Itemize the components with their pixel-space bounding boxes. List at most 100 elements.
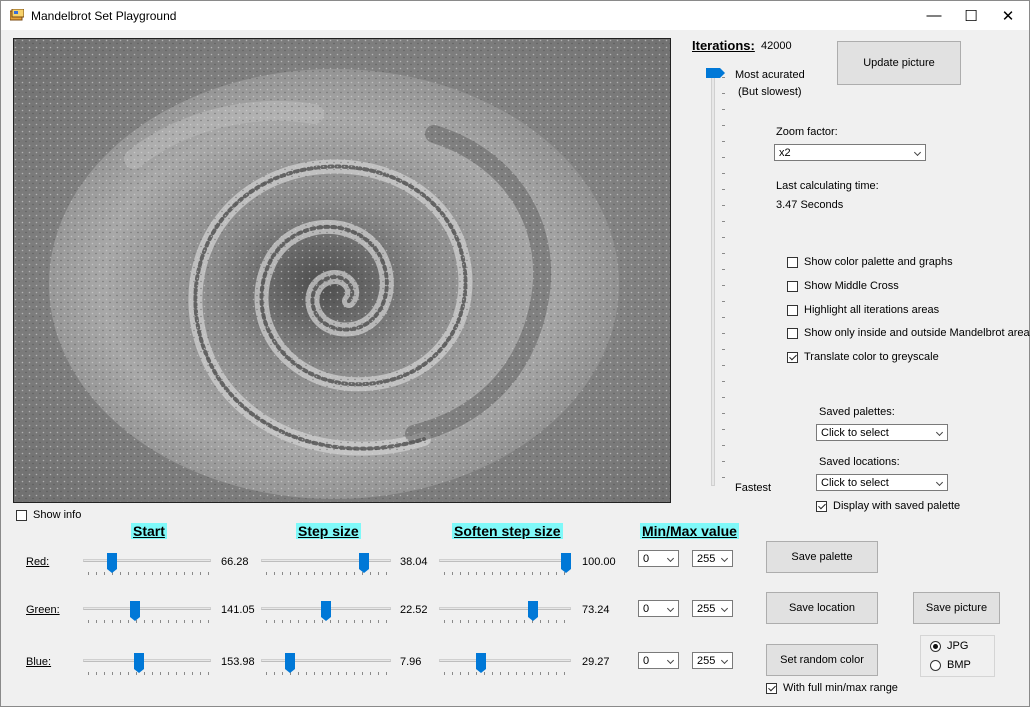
- update-picture-button[interactable]: Update picture: [837, 41, 961, 85]
- saved-palettes-value: Click to select: [821, 426, 889, 439]
- show-info-option[interactable]: Show info: [16, 509, 81, 521]
- option-label: Display with saved palette: [833, 500, 961, 512]
- option-inside-outside[interactable]: Show only inside and outside Mandelbrot …: [787, 327, 1030, 339]
- value-red-soften: 100.00: [582, 556, 616, 568]
- slider-track[interactable]: [261, 559, 391, 562]
- heading-start: Start: [131, 523, 167, 539]
- iterations-bottom-label: Fastest: [735, 482, 772, 494]
- fractal-image: [14, 39, 670, 502]
- saved-palettes-select[interactable]: Click to select: [816, 424, 948, 441]
- random-color-button[interactable]: Set random color: [766, 644, 878, 676]
- format-label: JPG: [947, 640, 969, 652]
- option-highlight-iterations[interactable]: Highlight all iterations areas: [787, 304, 939, 316]
- slider-track[interactable]: [439, 659, 571, 662]
- option-label: Show only inside and outside Mandelbrot …: [804, 327, 1030, 339]
- slider-track[interactable]: [439, 607, 571, 610]
- iterations-label: Iterations:: [692, 38, 755, 53]
- slider-thumb[interactable]: [475, 653, 486, 673]
- format-option-jpg[interactable]: JPG: [930, 640, 968, 652]
- format-option-bmp[interactable]: BMP: [930, 659, 971, 671]
- saved-locations-value: Click to select: [821, 476, 889, 489]
- option-label: Translate color to greyscale: [804, 351, 939, 363]
- checkbox-checked-icon[interactable]: [766, 682, 777, 694]
- slider-thumb[interactable]: [133, 653, 144, 673]
- slider-track[interactable]: [83, 607, 211, 610]
- chevron-down-icon: [720, 656, 729, 665]
- chevron-down-icon: [935, 428, 944, 437]
- calc-time-label: Last calculating time:: [776, 180, 879, 192]
- slider-track[interactable]: [439, 559, 571, 562]
- slider-thumb[interactable]: [561, 553, 571, 573]
- slider-thumb[interactable]: [528, 601, 539, 621]
- window-title: Mandelbrot Set Playground: [31, 9, 177, 23]
- save-picture-button[interactable]: Save picture: [913, 592, 1000, 624]
- slider-ticks: [444, 672, 570, 675]
- checkbox-icon[interactable]: [16, 509, 27, 521]
- option-greyscale[interactable]: Translate color to greyscale: [787, 351, 939, 363]
- radio-selected-icon[interactable]: [930, 640, 941, 652]
- option-middle-cross[interactable]: Show Middle Cross: [787, 280, 899, 292]
- checkbox-icon[interactable]: [787, 304, 798, 316]
- min-select-blue[interactable]: 0: [638, 652, 679, 669]
- value-blue-start: 153.98: [221, 656, 255, 668]
- slider-thumb[interactable]: [130, 601, 141, 621]
- heading-soften-step-size: Soften step size: [452, 523, 563, 539]
- row-label-blue: Blue:: [26, 656, 52, 668]
- iterations-value: 42000: [761, 40, 792, 52]
- slider-track[interactable]: [83, 659, 211, 662]
- iterations-top-label: Most acurated: [735, 69, 805, 81]
- display-saved-palette-option[interactable]: Display with saved palette: [816, 500, 960, 512]
- zoom-factor-select[interactable]: x2: [774, 144, 926, 161]
- option-label: Highlight all iterations areas: [804, 304, 940, 316]
- zoom-factor-label: Zoom factor:: [776, 126, 838, 138]
- slider-track[interactable]: [83, 559, 211, 562]
- title-bar: Mandelbrot Set Playground — ☐ ✕: [1, 1, 1029, 30]
- chevron-down-icon: [935, 478, 944, 487]
- chevron-down-icon: [666, 604, 675, 613]
- value-green-step: 22.52: [400, 604, 428, 616]
- checkbox-icon[interactable]: [787, 327, 798, 339]
- save-location-button[interactable]: Save location: [766, 592, 878, 624]
- option-label: Show color palette and graphs: [804, 256, 953, 268]
- saved-locations-label: Saved locations:: [819, 456, 900, 468]
- max-select-green[interactable]: 255: [692, 600, 733, 617]
- min-value: 0: [643, 602, 650, 615]
- slider-thumb[interactable]: [285, 653, 295, 673]
- row-label-green: Green:: [26, 604, 60, 616]
- value-green-soften: 73.24: [582, 604, 610, 616]
- checkbox-icon[interactable]: [787, 256, 798, 268]
- min-value: 0: [643, 552, 650, 565]
- max-value: 255: [697, 602, 716, 615]
- checkbox-checked-icon[interactable]: [816, 500, 827, 512]
- slider-ticks: [444, 572, 570, 575]
- fractal-picture[interactable]: [13, 38, 671, 503]
- app-icon: [10, 9, 24, 21]
- close-button[interactable]: ✕: [985, 1, 1030, 30]
- value-green-start: 141.05: [221, 604, 255, 616]
- zoom-factor-value: x2: [779, 146, 791, 159]
- min-select-green[interactable]: 0: [638, 600, 679, 617]
- save-palette-button[interactable]: Save palette: [766, 541, 878, 573]
- min-select-red[interactable]: 0: [638, 550, 679, 567]
- iterations-slider-track[interactable]: [711, 71, 715, 486]
- chevron-down-icon: [720, 554, 729, 563]
- value-red-start: 66.28: [221, 556, 249, 568]
- iterations-top-sublabel: (But slowest): [738, 86, 802, 98]
- option-color-palette[interactable]: Show color palette and graphs: [787, 256, 953, 268]
- saved-locations-select[interactable]: Click to select: [816, 474, 948, 491]
- checkbox-icon[interactable]: [787, 280, 798, 292]
- radio-icon[interactable]: [930, 659, 941, 671]
- slider-thumb[interactable]: [106, 553, 117, 573]
- max-select-red[interactable]: 255: [692, 550, 733, 567]
- row-label-red: Red:: [26, 556, 50, 568]
- calc-time-value: 3.47 Seconds: [776, 199, 844, 211]
- slider-thumb[interactable]: [321, 601, 331, 621]
- option-label: Show Middle Cross: [804, 280, 899, 292]
- slider-track[interactable]: [261, 659, 391, 662]
- slider-thumb[interactable]: [359, 553, 370, 573]
- checkbox-checked-icon[interactable]: [787, 351, 798, 363]
- max-select-blue[interactable]: 255: [692, 652, 733, 669]
- full-range-option[interactable]: With full min/max range: [766, 682, 898, 694]
- iterations-slider-thumb[interactable]: [706, 68, 725, 78]
- heading-min-max-value: Min/Max value: [640, 523, 739, 539]
